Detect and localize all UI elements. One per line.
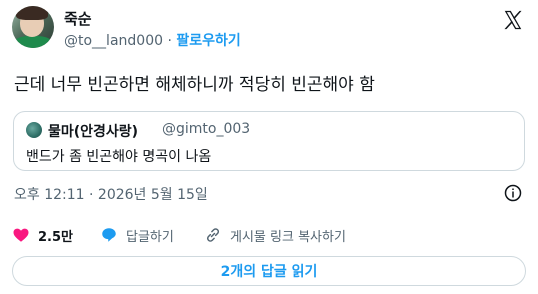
read-replies-button[interactable]: 2개의 답글 읽기 [12, 256, 526, 286]
heart-icon [13, 228, 29, 242]
like-count: 2.5만 [38, 229, 73, 245]
author-handle[interactable]: @to__land000 [64, 33, 163, 49]
x-logo-icon[interactable] [502, 9, 524, 31]
quote-author-name: 물마(안경사랑) [48, 124, 139, 140]
tweet-actions: 2.5만 답글하기 게시물 링크 복사하기 [12, 224, 526, 246]
quote-text: 밴드가 좀 빈곤해야 명곡이 나옴 [26, 149, 212, 165]
handle-separator: · [167, 33, 172, 49]
author-avatar[interactable] [12, 6, 54, 48]
copy-link-button[interactable]: 게시물 링크 복사하기 [204, 224, 346, 246]
reply-button[interactable]: 답글하기 [100, 224, 174, 246]
avatar-shirt [14, 36, 52, 48]
avatar-hair [16, 6, 48, 20]
info-icon[interactable] [504, 184, 522, 202]
author-handle-row: @to__land000 · 팔로우하기 [64, 30, 241, 50]
follow-button[interactable]: 팔로우하기 [176, 33, 240, 49]
like-button[interactable]: 2.5만 [12, 224, 73, 246]
reply-bubble-icon [102, 228, 116, 242]
tweet-timestamp[interactable]: 오후 12:11 · 2026년 5월 15일 [14, 184, 208, 204]
quote-author-handle: @gimto_003 [162, 121, 251, 137]
copy-link-label: 게시물 링크 복사하기 [230, 229, 346, 245]
link-icon [206, 228, 220, 242]
tweet-text: 근데 너무 빈곤하면 해체하니까 적당히 빈곤해야 함 [14, 75, 375, 95]
quote-tweet-card[interactable]: 물마(안경사랑) @gimto_003 밴드가 좀 빈곤해야 명곡이 나옴 [13, 111, 525, 171]
author-name[interactable]: 죽순 [64, 8, 92, 29]
reply-label: 답글하기 [126, 229, 174, 245]
quote-author-avatar [26, 122, 42, 138]
